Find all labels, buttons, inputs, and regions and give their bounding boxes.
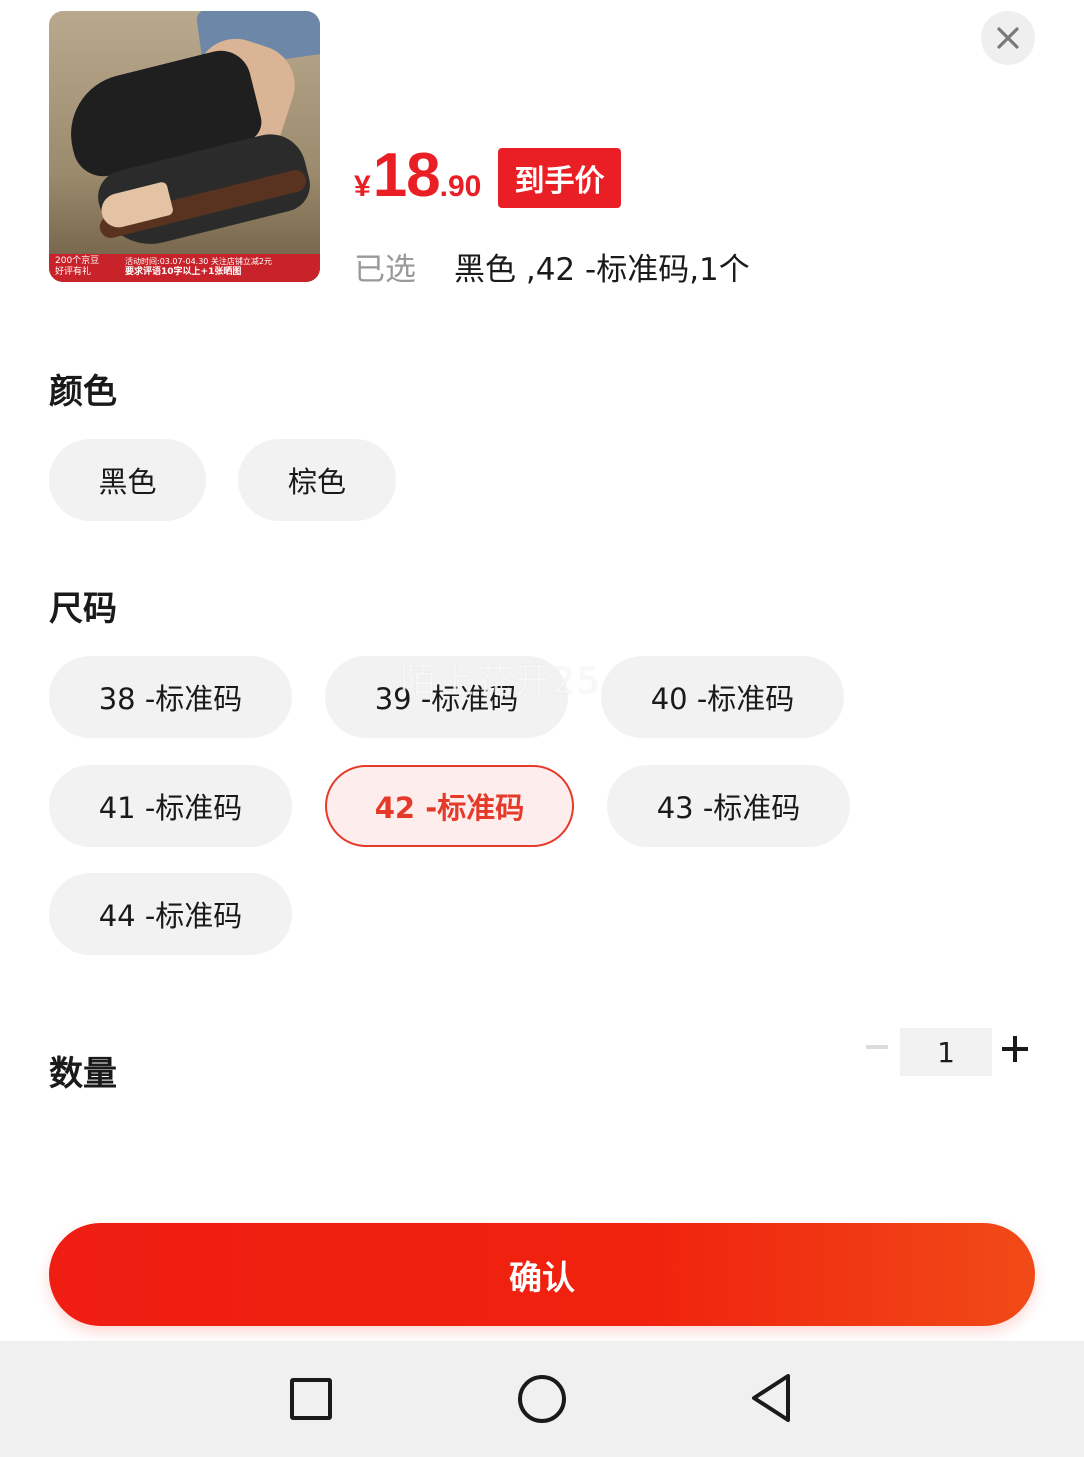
size-option-43[interactable]: 43 -标准码 xyxy=(607,765,850,847)
quantity-input[interactable]: 1 xyxy=(900,1028,992,1076)
size-option-38[interactable]: 38 -标准码 xyxy=(49,656,292,738)
banner-line2-left: 好评有礼 xyxy=(55,267,92,277)
square-icon[interactable] xyxy=(290,1378,332,1420)
image-promo-banner: 200个京豆 好评有礼 活动时间:03.07-04.30 关注店铺立减2元 要求… xyxy=(49,254,320,282)
product-image[interactable]: 200个京豆 好评有礼 活动时间:03.07-04.30 关注店铺立减2元 要求… xyxy=(49,11,320,282)
color-option-brown[interactable]: 棕色 xyxy=(238,439,396,521)
color-option-black[interactable]: 黑色 xyxy=(49,439,206,521)
selected-value: 黑色 ,42 -标准码,1个 xyxy=(454,252,750,288)
size-option-41[interactable]: 41 -标准码 xyxy=(49,765,292,847)
size-option-42-selected[interactable]: 42 -标准码 xyxy=(325,765,574,847)
banner-line1-right: 活动时间:03.07-04.30 关注店铺立减2元 xyxy=(125,257,273,266)
price-integer: 18 xyxy=(372,141,441,210)
selected-label: 已选 xyxy=(354,252,416,288)
quantity-section-title: 数量 xyxy=(49,1054,117,1094)
size-option-39[interactable]: 39 -标准码 xyxy=(325,656,568,738)
price: ¥ 18 .90 xyxy=(354,140,481,211)
size-option-44[interactable]: 44 -标准码 xyxy=(49,873,292,955)
confirm-button[interactable]: 确认 xyxy=(49,1223,1035,1326)
triangle-back-icon[interactable] xyxy=(748,1372,794,1424)
banner-line1-left: 200个京豆 xyxy=(55,256,100,266)
close-button[interactable] xyxy=(981,11,1035,65)
selected-summary: 已选 黑色 ,42 -标准码,1个 xyxy=(354,244,750,289)
final-price-tag: 到手价 xyxy=(498,148,621,208)
price-decimal: .90 xyxy=(439,170,482,203)
quantity-increase-button[interactable] xyxy=(1002,1036,1028,1062)
size-option-40[interactable]: 40 -标准码 xyxy=(601,656,844,738)
circle-icon[interactable] xyxy=(518,1375,566,1423)
color-section-title: 颜色 xyxy=(49,372,117,412)
price-currency: ¥ xyxy=(354,170,371,203)
close-icon xyxy=(997,27,1019,49)
size-section-title: 尺码 xyxy=(49,589,117,629)
quantity-decrease-button[interactable] xyxy=(866,1045,888,1049)
banner-line2-right: 要求评语10字以上+1张晒图 xyxy=(125,267,242,277)
